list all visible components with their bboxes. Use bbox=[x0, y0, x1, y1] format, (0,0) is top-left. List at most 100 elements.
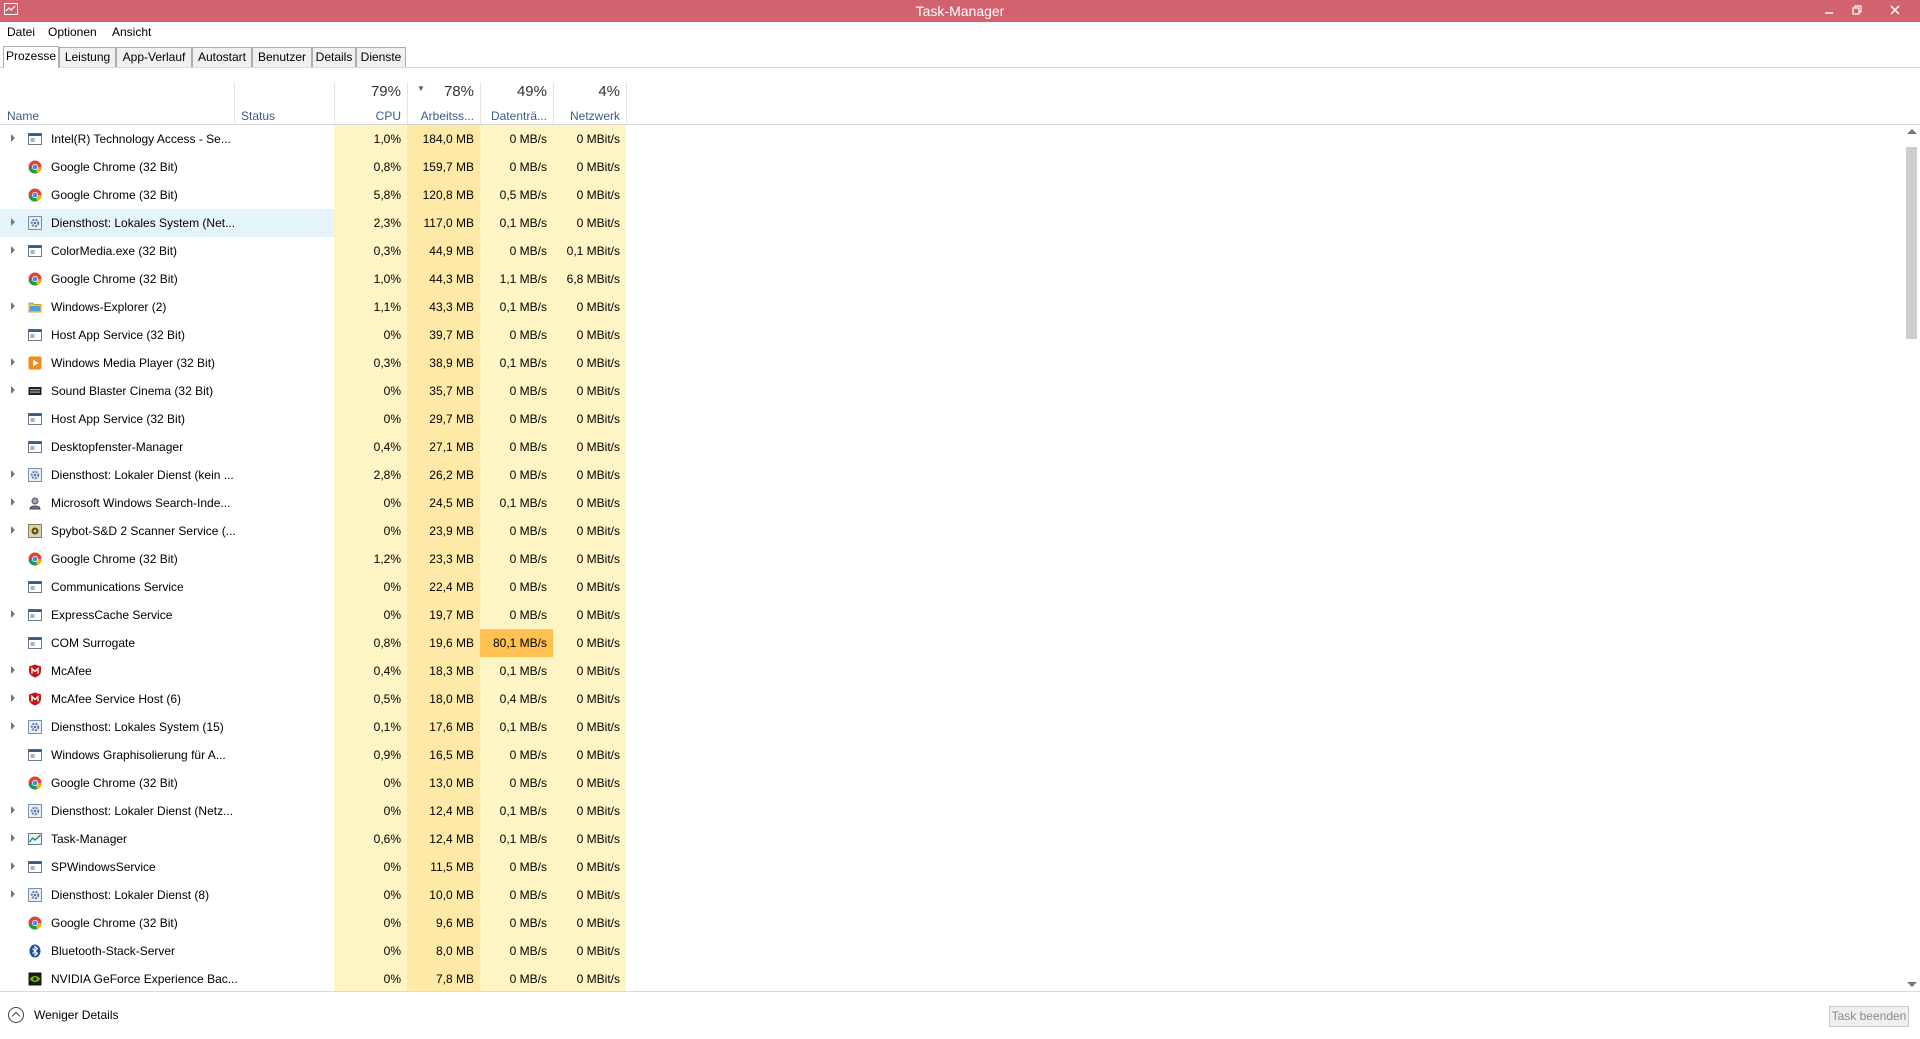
column-header-cpu[interactable]: 79% CPU bbox=[334, 80, 407, 124]
expand-chevron-icon[interactable] bbox=[11, 722, 15, 730]
expand-chevron-icon[interactable] bbox=[11, 890, 15, 898]
process-row[interactable]: Google Chrome (32 Bit) 1,0% 44,3 MB 1,1 MB/… bbox=[0, 265, 1903, 293]
process-memory-value: 22,4 MB bbox=[429, 580, 474, 594]
expand-chevron-icon[interactable] bbox=[11, 302, 15, 310]
expand-chevron-icon[interactable] bbox=[11, 218, 15, 226]
process-memory-value: 27,1 MB bbox=[429, 440, 474, 454]
process-name: SPWindowsService bbox=[51, 860, 156, 874]
spybot-icon bbox=[28, 524, 43, 538]
process-row[interactable]: Diensthost: Lokaler Dienst (kein ... 2,8%… bbox=[0, 461, 1903, 489]
expand-chevron-icon[interactable] bbox=[11, 526, 15, 534]
process-memory-value: 16,5 MB bbox=[429, 748, 474, 762]
process-row[interactable]: Microsoft Windows Search-Inde... 0% 24,5 M… bbox=[0, 489, 1903, 517]
process-cpu-value: 0,8% bbox=[373, 636, 401, 650]
disk-total-percent: 49% bbox=[516, 83, 547, 100]
process-row[interactable]: Google Chrome (32 Bit) 0,8% 159,7 MB 0 MB/s… bbox=[0, 153, 1903, 181]
column-header-disk[interactable]: 49% Datenträ... bbox=[480, 80, 553, 124]
process-cpu-value: 0% bbox=[383, 608, 401, 622]
process-status-cell bbox=[234, 853, 334, 881]
process-memory-value: 19,6 MB bbox=[429, 636, 474, 650]
column-separator bbox=[334, 82, 335, 124]
expand-chevron-icon[interactable] bbox=[11, 498, 15, 506]
process-network-value: 0 MBit/s bbox=[576, 524, 620, 538]
process-row[interactable]: Intel(R) Technology Access - Se... 1,0% 18… bbox=[0, 125, 1903, 153]
minimize-button[interactable] bbox=[1818, 0, 1840, 22]
process-cpu-value: 0,4% bbox=[373, 664, 401, 678]
app-window-icon bbox=[28, 860, 43, 874]
scrollbar-thumb[interactable] bbox=[1906, 147, 1917, 339]
process-row[interactable]: Google Chrome (32 Bit) 5,8% 120,8 MB 0,5 MB… bbox=[0, 181, 1903, 209]
process-name: Google Chrome (32 Bit) bbox=[51, 916, 178, 930]
process-row[interactable]: Diensthost: Lokales System (15) 0,1% 17,6 … bbox=[0, 713, 1903, 741]
expand-chevron-icon[interactable] bbox=[11, 386, 15, 394]
tab-dienste[interactable]: Dienste bbox=[356, 47, 406, 67]
process-row[interactable]: Google Chrome (32 Bit) 1,2% 23,3 MB 0 MB/s 0… bbox=[0, 545, 1903, 573]
expand-chevron-icon[interactable] bbox=[11, 834, 15, 842]
column-separator bbox=[234, 82, 235, 124]
expand-chevron-icon[interactable] bbox=[11, 358, 15, 366]
close-button[interactable] bbox=[1884, 0, 1906, 22]
process-status-cell bbox=[234, 461, 334, 489]
tab-app-verlauf[interactable]: App-Verlauf bbox=[116, 47, 192, 67]
process-name: McAfee Service Host (6) bbox=[51, 692, 182, 706]
menu-datei[interactable]: Datei bbox=[7, 25, 35, 39]
menu-optionen[interactable]: Optionen bbox=[48, 25, 97, 39]
service-gear-icon bbox=[28, 720, 43, 734]
process-row[interactable]: Host App Service (32 Bit) 0% 29,7 MB 0 MB/s… bbox=[0, 405, 1903, 433]
process-disk-value: 0 MB/s bbox=[509, 608, 547, 622]
process-row[interactable]: COM Surrogate 0,8% 19,6 MB 80,1 MB/s 0 MBit/… bbox=[0, 629, 1903, 657]
process-row[interactable]: Diensthost: Lokaler Dienst (8) 0% 10,0 MB 0… bbox=[0, 881, 1903, 909]
expand-chevron-icon[interactable] bbox=[11, 666, 15, 674]
process-row[interactable]: Diensthost: Lokaler Dienst (Netz... 0% 12,… bbox=[0, 797, 1903, 825]
app-window-icon bbox=[28, 328, 43, 342]
process-row[interactable]: Google Chrome (32 Bit) 0% 9,6 MB 0 MB/s 0 MB… bbox=[0, 909, 1903, 937]
expand-chevron-icon[interactable] bbox=[11, 246, 15, 254]
expand-chevron-icon[interactable] bbox=[11, 862, 15, 870]
process-memory-value: 44,9 MB bbox=[429, 244, 474, 258]
process-row[interactable]: Task-Manager 0,6% 12,4 MB 0,1 MB/s 0 MBit/s bbox=[0, 825, 1903, 853]
process-network-value: 0 MBit/s bbox=[576, 328, 620, 342]
expand-chevron-icon[interactable] bbox=[11, 134, 15, 142]
scroll-up-arrow-icon[interactable] bbox=[1907, 129, 1917, 134]
process-row[interactable]: ColorMedia.exe (32 Bit) 0,3% 44,9 MB 0 MB/s… bbox=[0, 237, 1903, 265]
process-row[interactable]: Google Chrome (32 Bit) 0% 13,0 MB 0 MB/s 0 M… bbox=[0, 769, 1903, 797]
expand-chevron-icon[interactable] bbox=[11, 470, 15, 478]
column-header-status[interactable]: Status bbox=[234, 80, 334, 124]
vertical-scrollbar[interactable] bbox=[1903, 125, 1920, 991]
tab-autostart[interactable]: Autostart bbox=[192, 47, 252, 67]
process-status-cell bbox=[234, 265, 334, 293]
end-task-button[interactable]: Task beenden bbox=[1829, 1006, 1909, 1027]
tab-details[interactable]: Details bbox=[312, 47, 356, 67]
process-row[interactable]: ExpressCache Service 0% 19,7 MB 0 MB/s 0 MBi… bbox=[0, 601, 1903, 629]
column-label-disk: Datenträ... bbox=[490, 109, 547, 123]
process-row[interactable]: Host App Service (32 Bit) 0% 39,7 MB 0 MB/s… bbox=[0, 321, 1903, 349]
process-row[interactable]: Diensthost: Lokales System (Net... 2,3% 11… bbox=[0, 209, 1903, 237]
process-row[interactable]: NVIDIA GeForce Experience Bac... 0% 7,8 MB… bbox=[0, 965, 1903, 991]
column-header-name[interactable]: Name bbox=[0, 80, 234, 124]
process-disk-value: 0,1 MB/s bbox=[499, 804, 547, 818]
process-row[interactable]: Bluetooth-Stack-Server 0% 8,0 MB 0 MB/s 0 MB… bbox=[0, 937, 1903, 965]
process-row[interactable]: Communications Service 0% 22,4 MB 0 MB/s 0 M… bbox=[0, 573, 1903, 601]
chevron-up-circle-icon bbox=[8, 1007, 24, 1023]
expand-chevron-icon[interactable] bbox=[11, 694, 15, 702]
column-header-network[interactable]: 4% Netzwerk bbox=[553, 80, 626, 124]
process-row[interactable]: Desktopfenster-Manager 0,4% 27,1 MB 0 MB/s 0… bbox=[0, 433, 1903, 461]
tab-leistung[interactable]: Leistung bbox=[59, 47, 116, 67]
process-row[interactable]: Windows Graphisolierung für A... 0,9% 16,5… bbox=[0, 741, 1903, 769]
scroll-down-arrow-icon[interactable] bbox=[1907, 982, 1917, 987]
process-row[interactable]: Spybot-S&D 2 Scanner Service (... 0% 23,9 … bbox=[0, 517, 1903, 545]
process-row[interactable]: McAfee Service Host (6) 0,5% 18,0 MB 0,4 MB… bbox=[0, 685, 1903, 713]
process-row[interactable]: Windows Media Player (32 Bit) 0,3% 38,9 MB… bbox=[0, 349, 1903, 377]
process-name: Diensthost: Lokaler Dienst (kein ... bbox=[51, 468, 234, 482]
tab-prozesse[interactable]: Prozesse bbox=[3, 46, 59, 68]
restore-button[interactable] bbox=[1846, 0, 1868, 22]
process-row[interactable]: Windows-Explorer (2) 1,1% 43,3 MB 0,1 MB/s 0… bbox=[0, 293, 1903, 321]
process-row[interactable]: SPWindowsService 0% 11,5 MB 0 MB/s 0 MBit/s bbox=[0, 853, 1903, 881]
expand-chevron-icon[interactable] bbox=[11, 610, 15, 618]
menu-ansicht[interactable]: Ansicht bbox=[112, 25, 151, 39]
process-disk-value: 0 MB/s bbox=[509, 916, 547, 930]
expand-chevron-icon[interactable] bbox=[11, 806, 15, 814]
process-row[interactable]: Sound Blaster Cinema (32 Bit) 0% 35,7 MB 0 … bbox=[0, 377, 1903, 405]
process-row[interactable]: McAfee 0,4% 18,3 MB 0,1 MB/s 0 MBit/s bbox=[0, 657, 1903, 685]
tab-benutzer[interactable]: Benutzer bbox=[252, 47, 312, 67]
